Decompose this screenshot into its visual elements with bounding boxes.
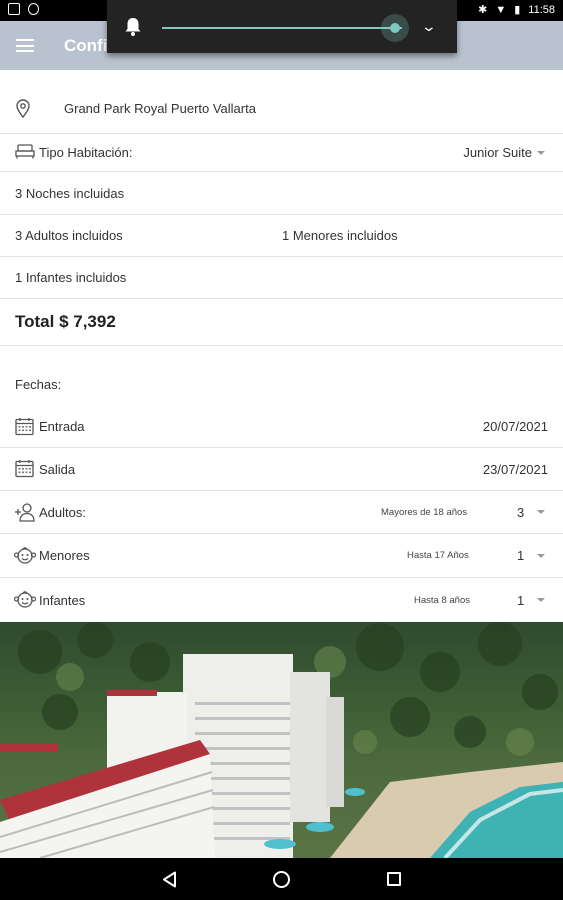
adults-hint: Mayores de 18 años	[381, 506, 468, 518]
infants-hint: Hasta 8 años	[414, 594, 470, 606]
add-user-icon	[15, 503, 35, 522]
calendar-icon	[15, 460, 34, 478]
adults-row[interactable]: Adultos: Mayores de 18 años 3	[0, 491, 563, 534]
bell-icon[interactable]	[124, 17, 142, 37]
minors-count-select[interactable]: 1	[517, 548, 524, 563]
child-face-icon	[14, 591, 36, 608]
nights-included: 3 Noches incluidas	[15, 185, 125, 201]
volume-slider-track[interactable]	[162, 27, 402, 29]
checkout-date[interactable]: 23/07/2021	[483, 462, 548, 477]
infants-label: Infantes	[39, 592, 86, 608]
occupancy-row: 3 Adultos incluidos 1 Menores incluidos	[0, 215, 563, 257]
child-face-icon	[14, 547, 36, 564]
minors-label: Menores	[39, 548, 90, 563]
clock: 11:58	[528, 4, 555, 16]
screenshot-notification-icon	[8, 3, 20, 15]
android-notification-icon	[28, 3, 39, 15]
wifi-icon: ▼	[495, 4, 507, 16]
dates-heading: Fechas:	[15, 377, 62, 392]
checkin-label: Entrada	[39, 419, 85, 434]
infants-included: 1 Infantes incluidos	[15, 270, 127, 285]
hotel-photo	[0, 622, 563, 858]
adults-included: 3 Adultos incluidos	[15, 228, 123, 243]
nights-row: 3 Noches incluidas	[0, 172, 563, 215]
total-row: Total $ 7,392	[0, 299, 563, 346]
volume-slider-thumb[interactable]	[389, 23, 400, 33]
hotel-photo-illustration	[0, 622, 563, 858]
minors-included: 1 Menores incluidos	[282, 228, 398, 243]
infants-row: 1 Infantes incluidos	[0, 257, 563, 299]
page-title: Confi	[64, 36, 108, 55]
volume-panel: ⌄	[107, 0, 457, 53]
minors-row[interactable]: Menores Hasta 17 Años 1	[0, 534, 563, 578]
infants-select-row[interactable]: Infantes Hasta 8 años 1	[0, 578, 563, 622]
total-price: Total $ 7,392	[15, 312, 116, 331]
room-type-select[interactable]: Junior Suite	[463, 145, 532, 160]
bed-icon	[15, 144, 35, 159]
location-pin-icon	[16, 99, 30, 118]
hotel-name: Grand Park Royal Puerto Vallarta	[64, 101, 256, 116]
caret-down-icon[interactable]	[537, 554, 545, 558]
hotel-row: Grand Park Royal Puerto Vallarta	[0, 84, 563, 134]
room-type-label: Tipo Habitación:	[39, 145, 133, 160]
chevron-down-icon[interactable]: ⌄	[421, 18, 437, 35]
recent-apps-icon[interactable]	[387, 872, 401, 886]
room-type-row[interactable]: Tipo Habitación: Junior Suite	[0, 134, 563, 172]
caret-down-icon[interactable]	[537, 598, 545, 602]
caret-down-icon[interactable]	[537, 151, 545, 155]
checkin-row[interactable]: Entrada 20/07/2021	[0, 406, 563, 448]
back-icon[interactable]	[162, 871, 177, 888]
home-icon[interactable]	[273, 871, 290, 888]
reservation-form: Grand Park Royal Puerto Vallarta Tipo Ha…	[0, 70, 563, 622]
minors-hint: Hasta 17 Años	[407, 550, 469, 561]
checkout-row[interactable]: Salida 23/07/2021	[0, 448, 563, 491]
checkout-label: Salida	[39, 461, 76, 477]
infants-count-select[interactable]: 1	[517, 593, 524, 608]
hamburger-menu-icon[interactable]	[16, 39, 34, 52]
caret-down-icon[interactable]	[537, 510, 545, 514]
battery-icon: ▮	[514, 4, 521, 16]
navigation-bar	[0, 858, 563, 900]
adults-label: Adultos:	[39, 504, 86, 520]
calendar-icon	[15, 418, 34, 436]
adults-count-select[interactable]: 3	[517, 505, 524, 520]
checkin-date[interactable]: 20/07/2021	[483, 419, 548, 434]
bluetooth-icon: ✱	[478, 4, 488, 16]
